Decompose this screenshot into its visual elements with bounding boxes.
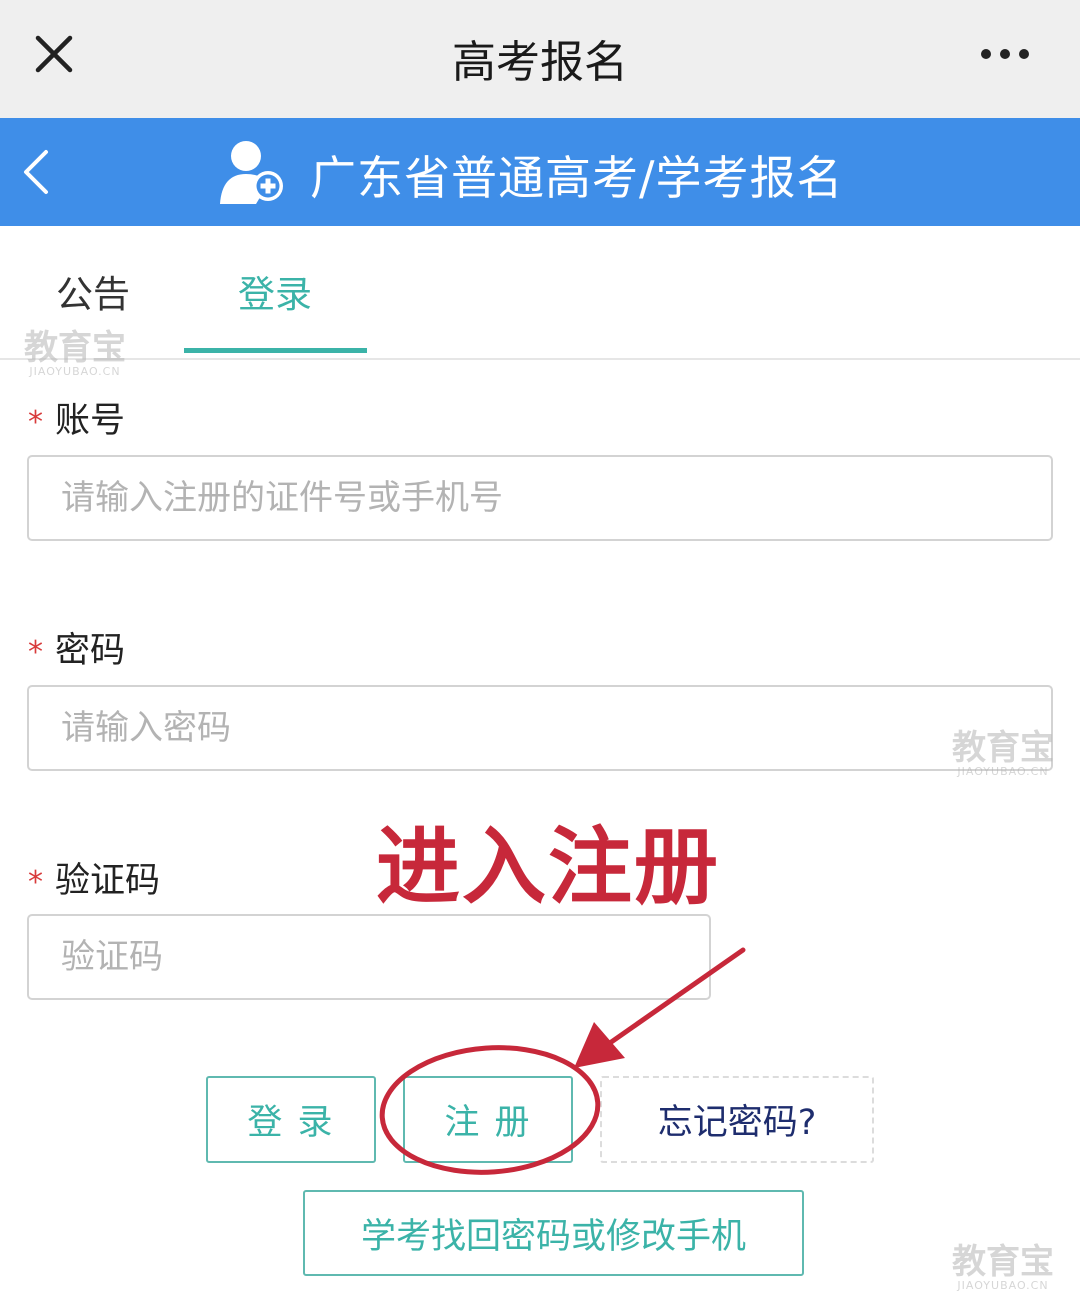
watermark-text: 教育宝 bbox=[952, 1242, 1054, 1282]
watermark-domain: JIAOYUBAO.CN bbox=[957, 1279, 1049, 1292]
watermark-text: 教育宝 bbox=[24, 328, 126, 368]
watermark-domain: JIAOYUBAO.CN bbox=[29, 365, 121, 378]
watermark-domain: JIAOYUBAO.CN bbox=[957, 765, 1049, 778]
watermark: 教育宝 JIAOYUBAO.CN bbox=[18, 330, 132, 378]
watermark: 教育宝 JIAOYUBAO.CN bbox=[946, 730, 1060, 778]
annotation-overlay bbox=[379, 947, 746, 1175]
annotation-circle bbox=[379, 1045, 601, 1175]
annotation-arrow-head bbox=[574, 1022, 625, 1068]
watermark-text: 教育宝 bbox=[952, 728, 1054, 768]
watermark: 教育宝 JIAOYUBAO.CN bbox=[946, 1244, 1060, 1292]
annotation-arrow-shaft bbox=[604, 947, 746, 1048]
